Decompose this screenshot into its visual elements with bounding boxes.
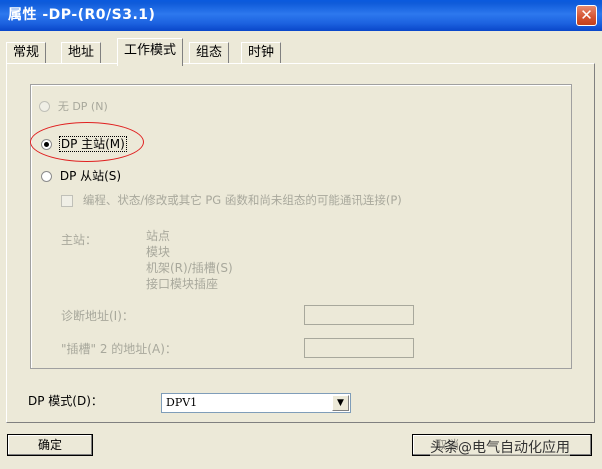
pg-comm-checkbox-label: 编程、状态/修改或其它 PG 函数和尚未组态的可能通讯连接(P) [82,193,402,207]
dp-mode-value: DPV1 [166,396,198,409]
radio-dp-slave-label: DP 从站(S) [59,169,122,183]
slot2-address-field[interactable] [304,338,414,358]
master-info-lines: 站点 模块 机架(R)/插槽(S) 接口模块插座 [146,228,233,292]
master-info-label: 主站： [61,233,98,247]
radio-no-dp-label: 无 DP (N) [57,100,108,113]
master-info-module: 模块 [146,245,171,259]
tab-general[interactable]: 常规 [6,42,47,64]
tab-configuration[interactable]: 组态 [189,42,230,64]
tab-address[interactable]: 地址 [61,42,102,64]
radio-icon [41,171,52,182]
pg-comm-checkbox[interactable]: 编程、状态/修改或其它 PG 函数和尚未组态的可能通讯连接(P) [61,192,402,208]
watermark-text: 头条@电气自动化应用 [430,437,570,457]
window-title: 属性 -DP-(R0/S3.1) [8,7,156,23]
radio-icon [39,101,50,112]
ok-button[interactable]: 确定 [7,434,93,456]
slot2-address-label: "插槽" 2 的地址(A)： [61,342,177,356]
checkbox-icon [61,194,73,207]
diag-address-field[interactable] [304,305,414,325]
highlight-circle [30,122,144,162]
radio-no-dp[interactable]: 无 DP (N) [39,98,108,114]
title-bar: 属性 -DP-(R0/S3.1) ✕ [0,0,602,31]
chevron-down-icon[interactable]: ▼ [332,395,349,411]
tab-clock[interactable]: 时钟 [241,42,282,64]
dp-mode-select[interactable]: DPV1 ▼ [161,393,351,413]
tab-operating-mode[interactable]: 工作模式 [117,38,184,66]
diag-address-label: 诊断地址(I)： [61,309,134,323]
master-info-station: 站点 [146,229,171,243]
radio-dp-slave[interactable]: DP 从站(S) [41,167,121,184]
master-info-rack-slot: 机架(R)/插槽(S) [146,261,233,275]
close-icon[interactable]: ✕ [576,5,597,26]
master-info-interface: 接口模块插座 [146,277,219,291]
dp-mode-label: DP 模式(D)： [28,394,103,408]
